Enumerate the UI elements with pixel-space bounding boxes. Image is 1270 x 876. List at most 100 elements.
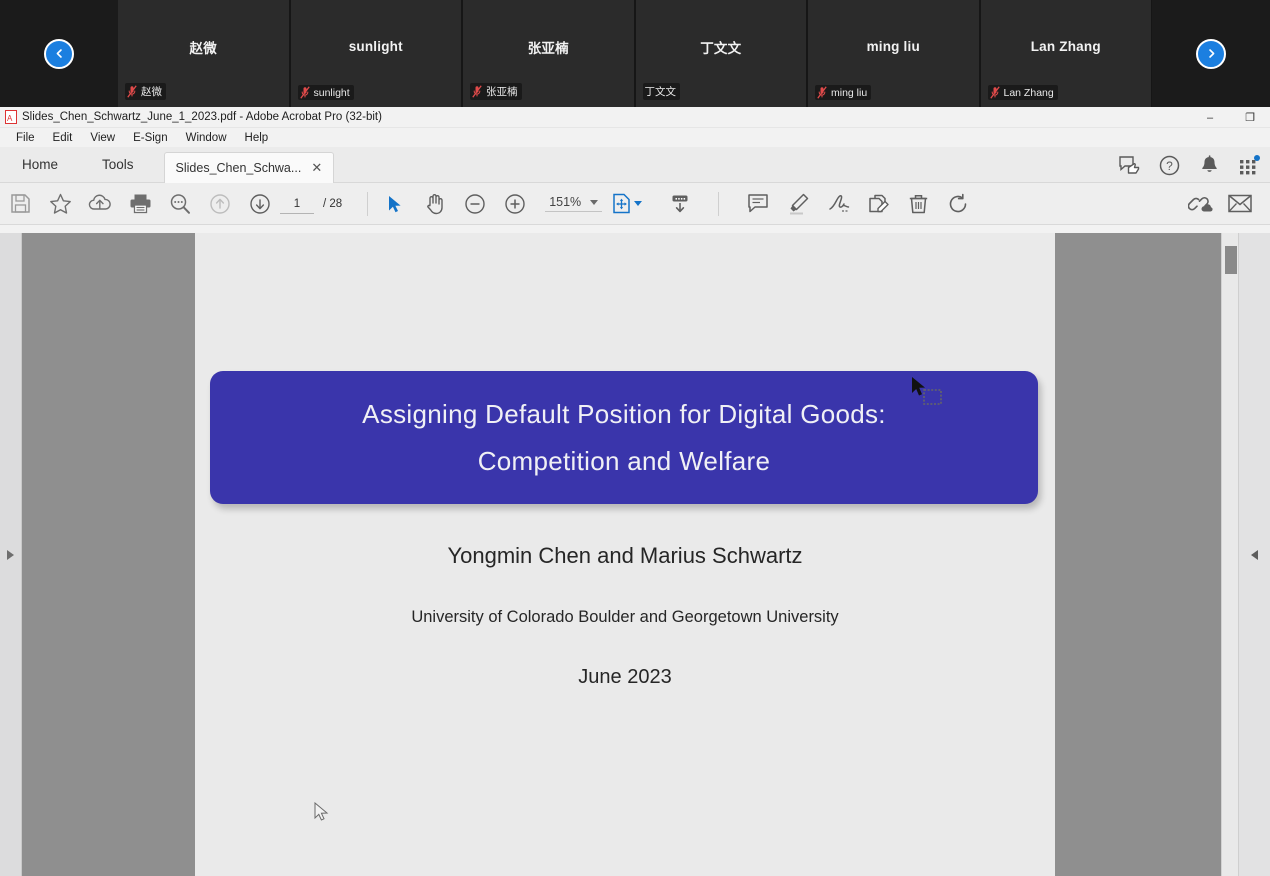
restore-button[interactable]: ❐	[1230, 107, 1270, 128]
expand-left-panel-icon[interactable]	[7, 550, 14, 560]
hand-tool-icon[interactable]	[415, 183, 455, 225]
close-tab-icon[interactable]: ✕	[311, 160, 322, 176]
highlight-icon[interactable]	[778, 183, 818, 225]
delete-icon[interactable]	[898, 183, 938, 225]
comment-icon[interactable]	[738, 183, 778, 225]
participant-badge-label: sunlight	[314, 87, 350, 99]
chevron-right-icon[interactable]	[1196, 39, 1226, 69]
page-down-icon[interactable]	[240, 183, 280, 225]
video-prev-button[interactable]	[0, 0, 118, 107]
zoom-out-glyph	[464, 193, 486, 215]
feedback-icon[interactable]	[1118, 154, 1140, 176]
zoom-in-icon[interactable]	[495, 183, 535, 225]
page-number-input[interactable]: 1	[280, 194, 314, 214]
trash-glyph	[908, 193, 929, 215]
video-next-button[interactable]	[1152, 0, 1270, 107]
fit-page-glyph	[611, 193, 632, 214]
app-grid-icon[interactable]	[1238, 154, 1260, 176]
page-total-label: / 28	[323, 198, 342, 210]
participant-badge-label: 丁文文	[645, 84, 677, 99]
tab-document[interactable]: Slides_Chen_Schwa... ✕	[164, 152, 335, 183]
participant-tile-2[interactable]: 张亚楠 张亚楠	[462, 0, 635, 107]
zoom-out-icon[interactable]	[455, 183, 495, 225]
scroll-mode-icon[interactable]	[660, 183, 700, 225]
fit-page-dropdown-icon[interactable]	[634, 201, 642, 206]
slide-date: June 2023	[195, 666, 1055, 689]
zoom-level-select[interactable]: 151%	[545, 195, 602, 212]
edit-pages-icon[interactable]	[858, 183, 898, 225]
slide-affiliation: University of Colorado Boulder and Georg…	[195, 608, 1055, 627]
slide-authors: Yongmin Chen and Marius Schwartz	[195, 543, 1055, 569]
participant-name: 赵微	[190, 37, 217, 57]
participant-badge: Lan Zhang	[988, 85, 1058, 100]
participant-badge: 丁文文	[643, 83, 681, 100]
scrollbar-thumb[interactable]	[1225, 246, 1237, 274]
acrobat-window: A Slides_Chen_Schwartz_June_1_2023.pdf -…	[0, 107, 1270, 876]
cloud-upload-icon[interactable]	[80, 183, 120, 225]
chevron-down-icon[interactable]	[590, 200, 598, 205]
window-title: Slides_Chen_Schwartz_June_1_2023.pdf - A…	[22, 111, 382, 123]
share-link-icon[interactable]	[1180, 183, 1220, 225]
participant-tile-0[interactable]: 赵微 赵微	[118, 0, 290, 107]
participant-badge-label: Lan Zhang	[1004, 87, 1054, 99]
pdf-file-icon: A	[5, 110, 17, 124]
feedback-glyph	[1119, 156, 1140, 175]
video-conference-strip: 赵微 赵微 sunlight sunligh	[0, 0, 1270, 107]
svg-text:?: ?	[1166, 159, 1173, 173]
participant-tile-1[interactable]: sunlight sunlight	[290, 0, 463, 107]
menu-item-view[interactable]: View	[82, 131, 123, 145]
comment-glyph	[747, 193, 769, 214]
save-icon[interactable]	[0, 183, 40, 225]
expand-right-panel-icon[interactable]	[1251, 550, 1258, 560]
right-panel-collapsed[interactable]	[1238, 233, 1270, 876]
email-icon[interactable]	[1220, 183, 1260, 225]
help-icon[interactable]: ?	[1158, 154, 1180, 176]
tab-tools[interactable]: Tools	[80, 146, 156, 182]
document-area: Assigning Default Position for Digital G…	[0, 233, 1270, 876]
page-up-glyph	[209, 193, 231, 215]
screen-root: 赵微 赵微 sunlight sunligh	[0, 0, 1270, 876]
menu-item-file[interactable]: File	[8, 131, 43, 145]
select-tool-icon[interactable]	[375, 183, 415, 225]
cloud-upload-glyph	[88, 193, 112, 214]
svg-text:A: A	[7, 114, 13, 123]
print-icon[interactable]	[120, 183, 160, 225]
tab-home[interactable]: Home	[0, 146, 80, 182]
chevron-left-icon[interactable]	[44, 39, 74, 69]
menu-item-help[interactable]: Help	[237, 131, 277, 145]
participant-name: sunlight	[349, 39, 403, 54]
vertical-scrollbar[interactable]	[1221, 233, 1238, 876]
menu-item-window[interactable]: Window	[178, 131, 235, 145]
rotate-icon[interactable]	[938, 183, 978, 225]
participant-tile-5[interactable]: Lan Zhang Lan Zhang	[980, 0, 1153, 107]
window-controls: – ❐	[1190, 107, 1270, 128]
minimize-button[interactable]: –	[1190, 107, 1230, 128]
page-up-icon[interactable]	[200, 183, 240, 225]
menu-item-edit[interactable]: Edit	[45, 131, 81, 145]
fit-page-icon[interactable]	[606, 183, 636, 225]
save-glyph	[10, 193, 31, 214]
window-titlebar: A Slides_Chen_Schwartz_June_1_2023.pdf -…	[0, 107, 1270, 128]
participant-tile-4[interactable]: ming liu ming liu	[807, 0, 980, 107]
notification-bell-icon[interactable]	[1198, 154, 1220, 176]
pdf-page: Assigning Default Position for Digital G…	[195, 233, 1055, 876]
search-glyph	[169, 193, 191, 215]
sign-icon[interactable]	[818, 183, 858, 225]
tab-bar: Home Tools Slides_Chen_Schwa... ✕ ?	[0, 147, 1270, 183]
participant-badge: 张亚楠	[470, 83, 522, 100]
participant-name: Lan Zhang	[1031, 39, 1101, 54]
left-panel-collapsed[interactable]	[0, 233, 22, 876]
email-glyph	[1228, 194, 1252, 213]
edit-pages-glyph	[867, 193, 890, 215]
slide-title-line-2: Competition and Welfare	[478, 446, 771, 477]
bell-glyph	[1200, 155, 1219, 175]
scroll-mode-glyph	[669, 193, 691, 215]
star-icon[interactable]	[40, 183, 80, 225]
menu-item-esign[interactable]: E-Sign	[125, 131, 176, 145]
mic-muted-icon	[990, 86, 1000, 99]
participant-name: 张亚楠	[528, 37, 569, 57]
print-glyph	[129, 193, 152, 214]
search-icon[interactable]	[160, 183, 200, 225]
participant-tile-3[interactable]: 丁文文 丁文文	[635, 0, 808, 107]
slide-title-line-1: Assigning Default Position for Digital G…	[362, 399, 886, 430]
